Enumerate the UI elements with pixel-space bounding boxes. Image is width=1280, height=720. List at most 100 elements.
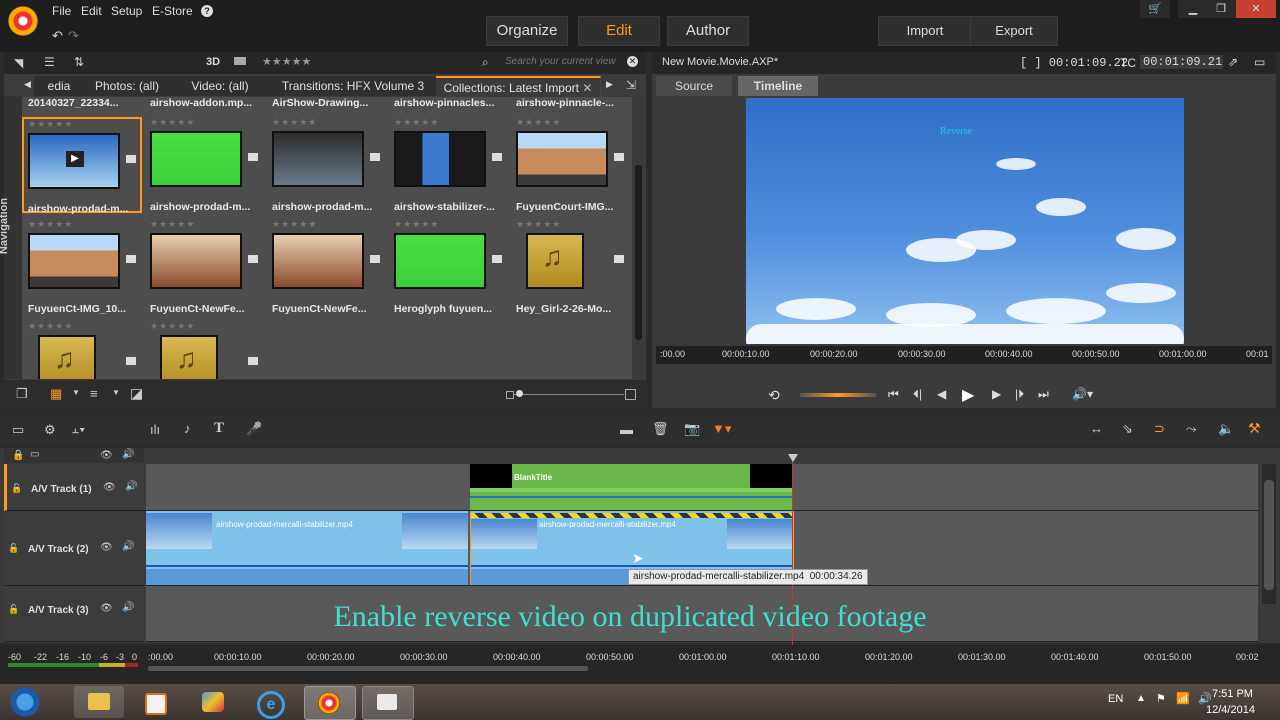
trash-icon[interactable]: 🗑: [652, 421, 669, 437]
maximize-icon[interactable]: ❐: [1206, 0, 1236, 18]
popout-icon[interactable]: ⇗: [1228, 55, 1238, 69]
video-clip-a[interactable]: airshow-prodad-mercalli-stabilizer.mp4: [146, 511, 468, 585]
tray-arrow-icon[interactable]: ▲: [1136, 693, 1146, 704]
magnet-snap-icon[interactable]: ⊃: [1154, 421, 1165, 437]
step-forward-icon[interactable]: ▶: [992, 387, 1001, 401]
previous-frame-icon[interactable]: ⏴|: [913, 387, 922, 402]
marker-icon[interactable]: ▼▾: [712, 421, 731, 437]
taskbar-window-icon[interactable]: [362, 686, 414, 720]
language-indicator[interactable]: EN: [1108, 693, 1123, 705]
add-to-project-icon[interactable]: [370, 255, 380, 263]
tag-icon[interactable]: ◥: [14, 56, 23, 70]
tab-media[interactable]: edia: [34, 76, 85, 96]
magnet-icon[interactable]: ⫠▾: [72, 422, 85, 437]
tab-photos[interactable]: Photos: (all): [84, 76, 171, 96]
zoom-slider-handle[interactable]: [516, 390, 523, 397]
step-back-icon[interactable]: ◀: [937, 387, 946, 401]
tab-source[interactable]: Source: [656, 76, 732, 96]
track3-lock-icon[interactable]: 🔓: [8, 604, 19, 615]
insert-mode-icon[interactable]: ⇘: [1122, 421, 1133, 437]
library-item[interactable]: ★★★★★ ♫: [22, 301, 142, 379]
mode-author[interactable]: Author: [667, 16, 749, 46]
microphone-icon[interactable]: 🎤: [246, 421, 262, 437]
redo-icon[interactable]: ↷: [68, 28, 79, 44]
sort-icon[interactable]: ⇅: [74, 55, 84, 69]
export-button[interactable]: Export: [970, 16, 1058, 46]
go-to-end-icon[interactable]: ⏭: [1038, 387, 1049, 402]
minimize-icon[interactable]: ▁: [1178, 0, 1208, 18]
master-track-icon[interactable]: ▭: [30, 449, 39, 460]
list-view-dropdown-icon[interactable]: ▼: [112, 388, 120, 397]
shuttle-control[interactable]: [800, 393, 876, 397]
master-eye-icon[interactable]: 👁: [100, 450, 113, 461]
menu-estore[interactable]: E-Store: [152, 4, 193, 18]
rating-stars[interactable]: ★★★★★: [516, 117, 561, 128]
tab-timeline[interactable]: Timeline: [738, 76, 818, 96]
zoom-small-icon[interactable]: [506, 391, 514, 399]
track3-volume-icon[interactable]: 🔊: [122, 602, 134, 613]
library-scroll-thumb[interactable]: [635, 165, 642, 340]
3d-filter-button[interactable]: 3D: [206, 56, 220, 68]
rating-stars[interactable]: ★★★★★: [150, 321, 195, 332]
tab-close-icon[interactable]: ✕: [582, 81, 592, 95]
library-item[interactable]: ★★★★★ FuyuenCourt-IMG...: [510, 97, 630, 213]
play-icon[interactable]: ▶: [962, 385, 974, 405]
taskbar-paint-icon[interactable]: [188, 686, 238, 718]
library-item[interactable]: ★★★★★ FuyuenCt-NewFe...: [266, 199, 386, 315]
rating-stars[interactable]: ★★★★★: [28, 119, 73, 130]
title-text-icon[interactable]: T: [214, 420, 224, 437]
tab-scroll-right-icon[interactable]: ▶: [606, 79, 613, 90]
help-icon[interactable]: ?: [201, 5, 213, 17]
add-to-project-icon[interactable]: [492, 255, 502, 263]
track1-volume-icon[interactable]: 🔊: [125, 481, 137, 492]
add-to-project-icon[interactable]: [492, 153, 502, 161]
tab-scroll-left-icon[interactable]: ◀: [24, 79, 31, 90]
library-item[interactable]: ★★★★★ airshow-prodad-m...: [144, 97, 264, 213]
volume-icon[interactable]: 🔊▾: [1072, 387, 1093, 401]
timeline-ruler[interactable]: -60 -22 -16 -10 -6 -3 0 :00.00 00:00:10.…: [0, 645, 1280, 685]
library-item[interactable]: ★★★★★ airshow-prodad-m...: [266, 97, 386, 213]
music-icon[interactable]: ♪: [184, 421, 191, 436]
track-header-3[interactable]: 🔓 A/V Track (3) 👁 🔊: [4, 586, 144, 642]
start-button-icon[interactable]: [8, 686, 42, 718]
zoom-slider[interactable]: [514, 394, 624, 395]
mode-edit[interactable]: Edit: [578, 16, 660, 46]
rating-stars[interactable]: ★★★★★: [394, 117, 439, 128]
grid-view-dropdown-icon[interactable]: ▼: [72, 388, 80, 397]
close-icon[interactable]: ✕: [1236, 0, 1276, 18]
add-to-project-icon[interactable]: [248, 255, 258, 263]
rating-stars[interactable]: ★★★★★: [394, 219, 439, 230]
rating-filter[interactable]: ★★★★★: [262, 55, 311, 68]
rating-stars[interactable]: ★★★★★: [150, 117, 195, 128]
timeline-hscroll[interactable]: [148, 666, 588, 671]
add-to-project-icon[interactable]: [248, 357, 258, 365]
clock-time[interactable]: 7:51 PM: [1212, 688, 1253, 700]
tab-transitions[interactable]: Transitions: HFX Volume 3: [270, 76, 437, 96]
title-clip[interactable]: BlankTitle: [470, 464, 792, 510]
settings-gear-icon[interactable]: ⚙: [44, 422, 56, 438]
menu-setup[interactable]: Setup: [111, 4, 142, 18]
add-to-project-icon[interactable]: [126, 155, 136, 163]
clock-date[interactable]: 12/4/2014: [1206, 704, 1255, 716]
menu-file[interactable]: File: [52, 4, 71, 18]
clear-search-icon[interactable]: ✕: [627, 56, 638, 67]
track3-eye-icon[interactable]: 👁: [100, 603, 113, 614]
app-logo-icon[interactable]: [8, 6, 38, 36]
taskbar-media-player-icon[interactable]: [130, 686, 180, 718]
cart-icon[interactable]: 🛒: [1140, 0, 1170, 18]
rating-stars[interactable]: ★★★★★: [516, 219, 561, 230]
taskbar-ie-icon[interactable]: e: [244, 686, 294, 719]
zoom-large-icon[interactable]: [625, 389, 636, 400]
rating-stars[interactable]: ★★★★★: [272, 117, 317, 128]
audio-mixer-icon[interactable]: ılı: [150, 422, 160, 437]
add-to-project-icon[interactable]: [126, 357, 136, 365]
snapshot-icon[interactable]: 📷: [684, 421, 700, 437]
tray-network-icon[interactable]: 📶: [1176, 692, 1190, 705]
tab-collections[interactable]: Collections: Latest Import ✕: [436, 76, 601, 98]
add-to-project-icon[interactable]: [370, 153, 380, 161]
tab-video[interactable]: Video: (all): [170, 76, 271, 96]
list-view-icon[interactable]: ≡: [90, 386, 98, 401]
tray-flag-icon[interactable]: ⚑: [1156, 692, 1166, 705]
track-header-2[interactable]: 🔓 A/V Track (2) 👁 🔊: [4, 511, 144, 586]
search-input[interactable]: [505, 55, 623, 68]
